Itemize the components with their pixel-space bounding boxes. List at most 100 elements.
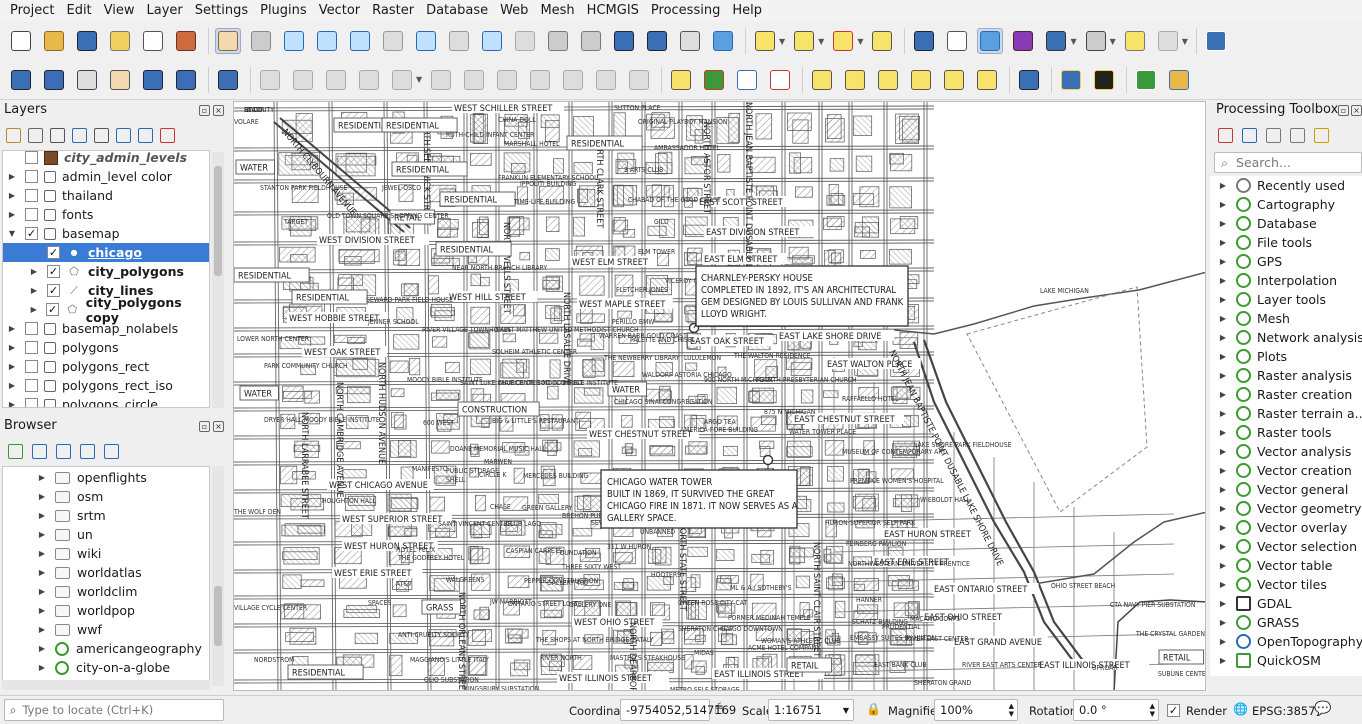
layer-item-polygons-circle[interactable]: ▶ polygons_circle: [3, 395, 209, 407]
menu-processing[interactable]: Processing: [645, 0, 726, 22]
diagram-button[interactable]: [701, 67, 727, 93]
expand-arrow-icon[interactable]: ▶: [37, 549, 47, 558]
add-group-icon[interactable]: [28, 127, 43, 143]
zoom-full-button[interactable]: [347, 28, 373, 54]
toolbox-item-recently-used[interactable]: ▶ Recently used: [1210, 176, 1345, 195]
history-icon[interactable]: [1266, 127, 1281, 143]
browser-item-srtm[interactable]: ▶ srtm: [3, 506, 209, 525]
float-panel-button[interactable]: ▫: [199, 105, 210, 116]
collapse-icon[interactable]: [80, 443, 95, 459]
map-tips-button[interactable]: [1155, 28, 1181, 54]
browser-item-wiki[interactable]: ▶ wiki: [3, 544, 209, 563]
expand-arrow-icon[interactable]: ▶: [1218, 314, 1228, 323]
expand-arrow-icon[interactable]: ▶: [1218, 447, 1228, 456]
copy-button[interactable]: [527, 67, 553, 93]
toolbox-item-vector-creation[interactable]: ▶ Vector creation: [1210, 461, 1352, 480]
expand-arrow-icon[interactable]: ▶: [1218, 181, 1228, 190]
expand-arrow-icon[interactable]: ▶: [29, 267, 39, 276]
menu-edit[interactable]: Edit: [60, 0, 97, 22]
float-panel-button[interactable]: ▫: [199, 421, 210, 432]
toolbox-item-vector-overlay[interactable]: ▶ Vector overlay: [1210, 518, 1347, 537]
toolbox-search-input[interactable]: ⌕ Search...: [1214, 152, 1362, 173]
expand-arrow-icon[interactable]: ▶: [1218, 409, 1228, 418]
open-project-button[interactable]: [41, 28, 67, 54]
pan-button[interactable]: [215, 28, 241, 54]
close-panel-button[interactable]: ×: [213, 105, 224, 116]
layer-visibility-checkbox[interactable]: [25, 360, 38, 373]
layer-visibility-checkbox[interactable]: [25, 151, 38, 164]
chevron-down-icon[interactable]: ▼: [1070, 37, 1076, 46]
new-project-button[interactable]: [8, 28, 34, 54]
options-icon[interactable]: [1314, 127, 1329, 143]
identify-button[interactable]: [911, 28, 937, 54]
add-selected-icon[interactable]: [8, 443, 23, 459]
browser-tree[interactable]: ▶ openflights ▶ osm ▶ srtm ▶ un ▶ wiki ▶ worldatlas…: [2, 466, 210, 688]
new-map-view-button[interactable]: [545, 28, 571, 54]
mouse-icon[interactable]: 🖱: [715, 701, 723, 716]
lock-icon[interactable]: 🔒: [866, 702, 881, 716]
expression-filter-icon[interactable]: [94, 127, 109, 143]
expand-arrow-icon[interactable]: ▶: [1218, 390, 1228, 399]
expand-arrow-icon[interactable]: ▶: [7, 210, 17, 219]
map-canvas[interactable]: WEST SCHILLER STREET EAST SCOTT STREET WES…: [233, 101, 1206, 691]
toolbox-item-layer-tools[interactable]: ▶ Layer tools: [1210, 290, 1326, 309]
toolbox-item-raster-terrain-a-[interactable]: ▶ Raster terrain a...: [1210, 404, 1362, 423]
expand-arrow-icon[interactable]: ▶: [37, 511, 47, 520]
label-abc-red-button[interactable]: [767, 67, 793, 93]
rotation-field[interactable]: 0.0 ° ▲ ▼: [1073, 699, 1159, 721]
chevron-down-icon[interactable]: ▼: [818, 37, 824, 46]
layer-item-city-polygons[interactable]: ▶ ✓ ⬠ city_polygons: [3, 262, 209, 281]
expand-arrow-icon[interactable]: ▶: [1218, 466, 1228, 475]
browser-item-worldclim[interactable]: ▶ worldclim: [3, 582, 209, 601]
expand-arrow-icon[interactable]: ▶: [7, 400, 17, 407]
layer-visibility-checkbox[interactable]: [25, 170, 38, 183]
browser-item-worldpop[interactable]: ▶ worldpop: [3, 601, 209, 620]
browser-item-wwf[interactable]: ▶ wwf: [3, 620, 209, 639]
bookmark-button[interactable]: [611, 28, 637, 54]
expand-arrow-icon[interactable]: ▶: [1218, 542, 1228, 551]
float-panel-button[interactable]: ▫: [1338, 105, 1349, 116]
models-icon[interactable]: [1218, 127, 1233, 143]
toolbox-item-gps[interactable]: ▶ GPS: [1210, 252, 1282, 271]
expand-arrow-icon[interactable]: ▶: [37, 492, 47, 501]
expand-arrow-icon[interactable]: ▶: [1218, 371, 1228, 380]
pan-to-selection-button[interactable]: [248, 28, 274, 54]
scale-field[interactable]: 1:16751 ▼: [768, 699, 854, 721]
expand-arrow-icon[interactable]: ▶: [1218, 352, 1228, 361]
browser-item-city-on-a-globe[interactable]: ▶ city-on-a-globe: [3, 658, 209, 677]
open-table-button[interactable]: [1043, 28, 1069, 54]
expand-arrow-icon[interactable]: ▶: [37, 530, 47, 539]
toolbox-item-gdal[interactable]: ▶ GDAL: [1210, 594, 1292, 613]
menu-raster[interactable]: Raster: [366, 0, 420, 22]
zoom-next-button[interactable]: [512, 28, 538, 54]
coordinate-field[interactable]: -9754052,5147169: [620, 699, 736, 721]
expand-arrow-icon[interactable]: ▶: [1218, 637, 1228, 646]
toolbox-item-opentopography[interactable]: ▶ OpenTopography: [1210, 632, 1362, 651]
label-abc-button[interactable]: [668, 67, 694, 93]
menu-database[interactable]: Database: [420, 0, 494, 22]
paste-button[interactable]: [560, 67, 586, 93]
temporal-button[interactable]: [677, 28, 703, 54]
zoom-to-selection-button[interactable]: [380, 28, 406, 54]
browser-scrollbar[interactable]: [212, 466, 224, 686]
style-manager-button[interactable]: [173, 28, 199, 54]
label-move-button[interactable]: [809, 67, 835, 93]
select-location-button[interactable]: [869, 28, 895, 54]
map-swipe-button[interactable]: [1091, 67, 1117, 93]
menu-plugins[interactable]: Plugins: [254, 0, 313, 22]
browser-hscrollbar[interactable]: [2, 680, 210, 690]
layer-item-basemap[interactable]: ▼ ✓ basemap: [3, 224, 209, 243]
zoom-native-button[interactable]: [446, 28, 472, 54]
toolbox-item-raster-creation[interactable]: ▶ Raster creation: [1210, 385, 1352, 404]
style-brush-icon[interactable]: [6, 127, 21, 143]
layer-item-polygons-rect-iso[interactable]: ▶ polygons_rect_iso: [3, 376, 209, 395]
layer-item-basemap-nolabels[interactable]: ▶ basemap_nolabels: [3, 319, 209, 338]
crs-button[interactable]: EPSG:3857: [1252, 704, 1316, 718]
expand-arrow-icon[interactable]: ▶: [7, 191, 17, 200]
expand-arrow-icon[interactable]: ▶: [1218, 428, 1228, 437]
show-bookmarks-button[interactable]: [644, 28, 670, 54]
expand-arrow-icon[interactable]: ▶: [29, 305, 38, 314]
refresh-button[interactable]: [710, 28, 736, 54]
layer-visibility-checkbox[interactable]: ✓: [25, 227, 38, 240]
layer-visibility-checkbox[interactable]: [25, 398, 38, 407]
